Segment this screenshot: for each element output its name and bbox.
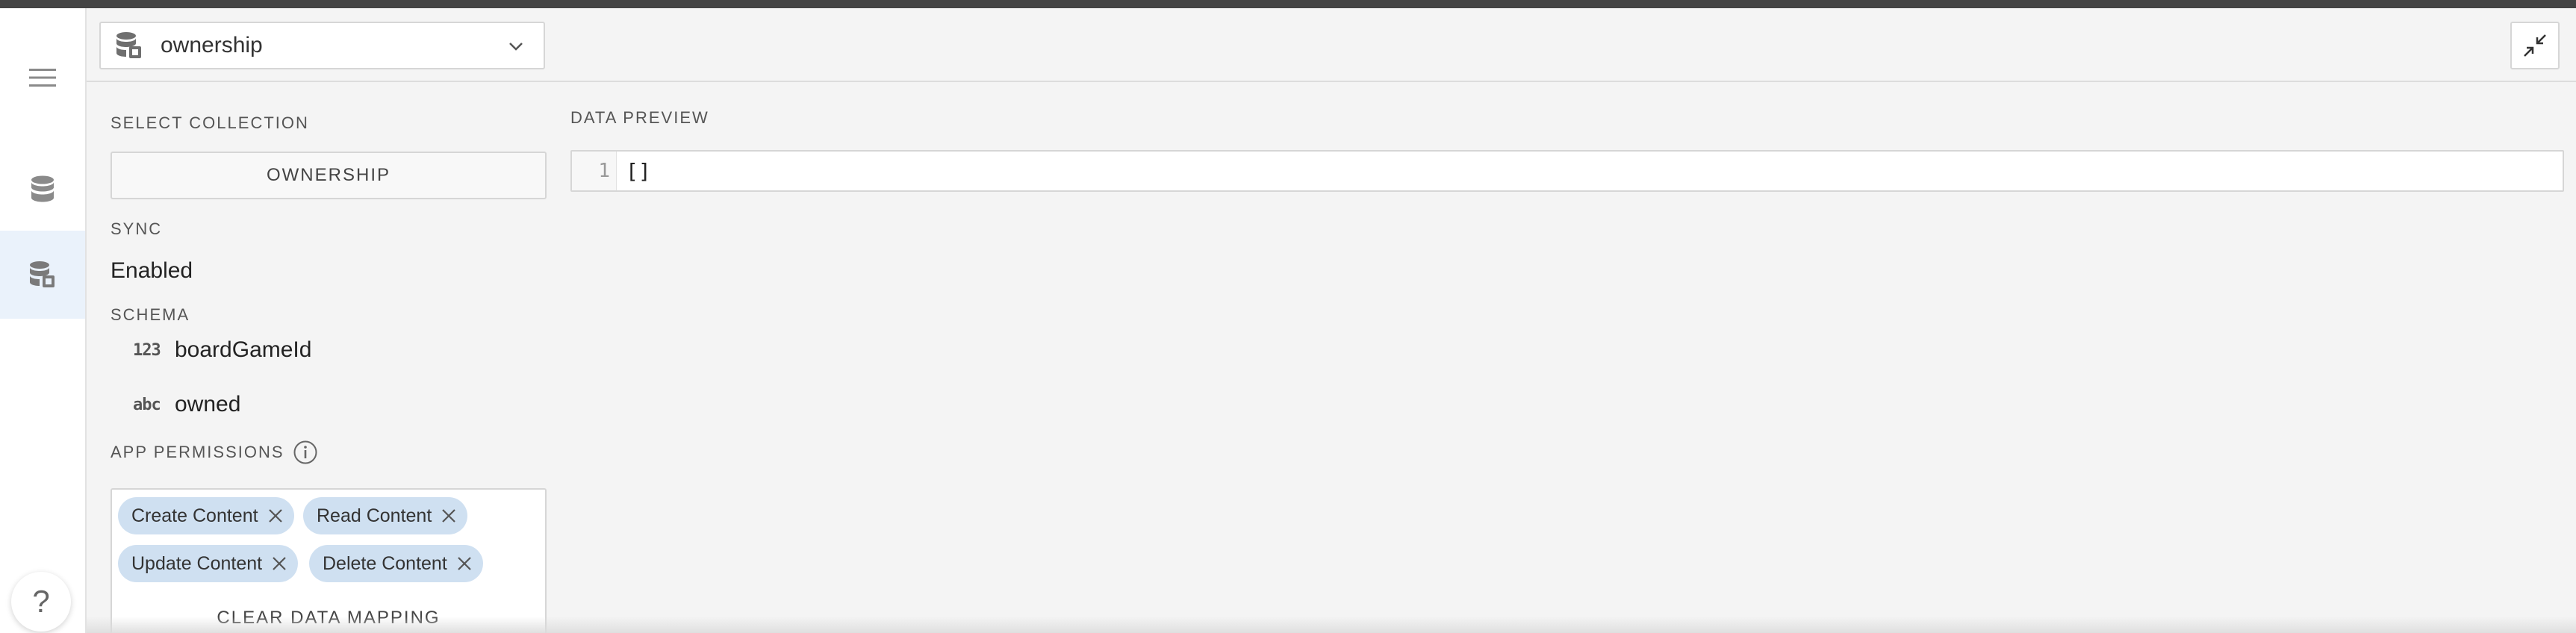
database-sync-icon [116, 30, 147, 61]
chip-label: Delete Content [323, 552, 447, 574]
chip-label: Update Content [131, 552, 263, 574]
header: ownership [87, 8, 2576, 82]
select-collection-button[interactable]: OWNERSHIP [111, 152, 547, 199]
collapse-icon [2524, 34, 2546, 57]
schema-field: 123 boardGameId [133, 337, 311, 363]
app-permissions-label: APP PERMISSIONS [111, 443, 284, 461]
chip-label: Read Content [317, 505, 432, 526]
left-rail: ? [0, 8, 87, 633]
data-preview-editor[interactable]: 1 [] [570, 150, 2564, 192]
close-icon[interactable] [271, 555, 287, 572]
schema-field: abc owned [133, 392, 240, 417]
sync-label: SYNC [111, 219, 163, 238]
schema-field-name: owned [175, 392, 241, 417]
select-collection-label: SELECT COLLECTION [111, 113, 309, 132]
close-icon[interactable] [456, 555, 473, 572]
schema-field-name: boardGameId [175, 337, 312, 362]
menu-icon [29, 69, 56, 87]
text-type-icon: abc [133, 395, 161, 414]
close-icon[interactable] [441, 508, 457, 524]
data-preview-label: DATA PREVIEW [570, 108, 709, 127]
info-icon[interactable] [293, 440, 318, 465]
collection-select[interactable]: ownership [99, 22, 545, 69]
top-strip [0, 0, 2576, 8]
help-button[interactable]: ? [11, 572, 71, 632]
collapse-button[interactable] [2510, 22, 2560, 69]
line-number: 1 [572, 152, 617, 190]
chip-label: Create Content [131, 505, 258, 526]
database-sync-icon [30, 261, 55, 287]
database-icon [31, 175, 54, 202]
permission-chip-read: Read Content [303, 497, 468, 534]
code-content: [] [626, 158, 651, 184]
help-label: ? [32, 584, 50, 619]
menu-button[interactable] [0, 37, 85, 119]
permission-chip-delete: Delete Content [309, 545, 483, 582]
schema-label: SCHEMA [111, 305, 190, 324]
rail-item-database[interactable] [0, 146, 85, 234]
collection-select-value: ownership [161, 33, 263, 57]
permission-chip-update: Update Content [118, 545, 299, 582]
clear-data-mapping-button[interactable]: CLEAR DATA MAPPING [111, 603, 547, 633]
chevron-down-icon [509, 43, 523, 51]
permission-chip-create: Create Content [118, 497, 294, 534]
sync-value: Enabled [111, 258, 193, 283]
close-icon[interactable] [267, 508, 284, 524]
rail-item-database-sync[interactable] [0, 231, 85, 319]
number-type-icon: 123 [133, 340, 161, 360]
